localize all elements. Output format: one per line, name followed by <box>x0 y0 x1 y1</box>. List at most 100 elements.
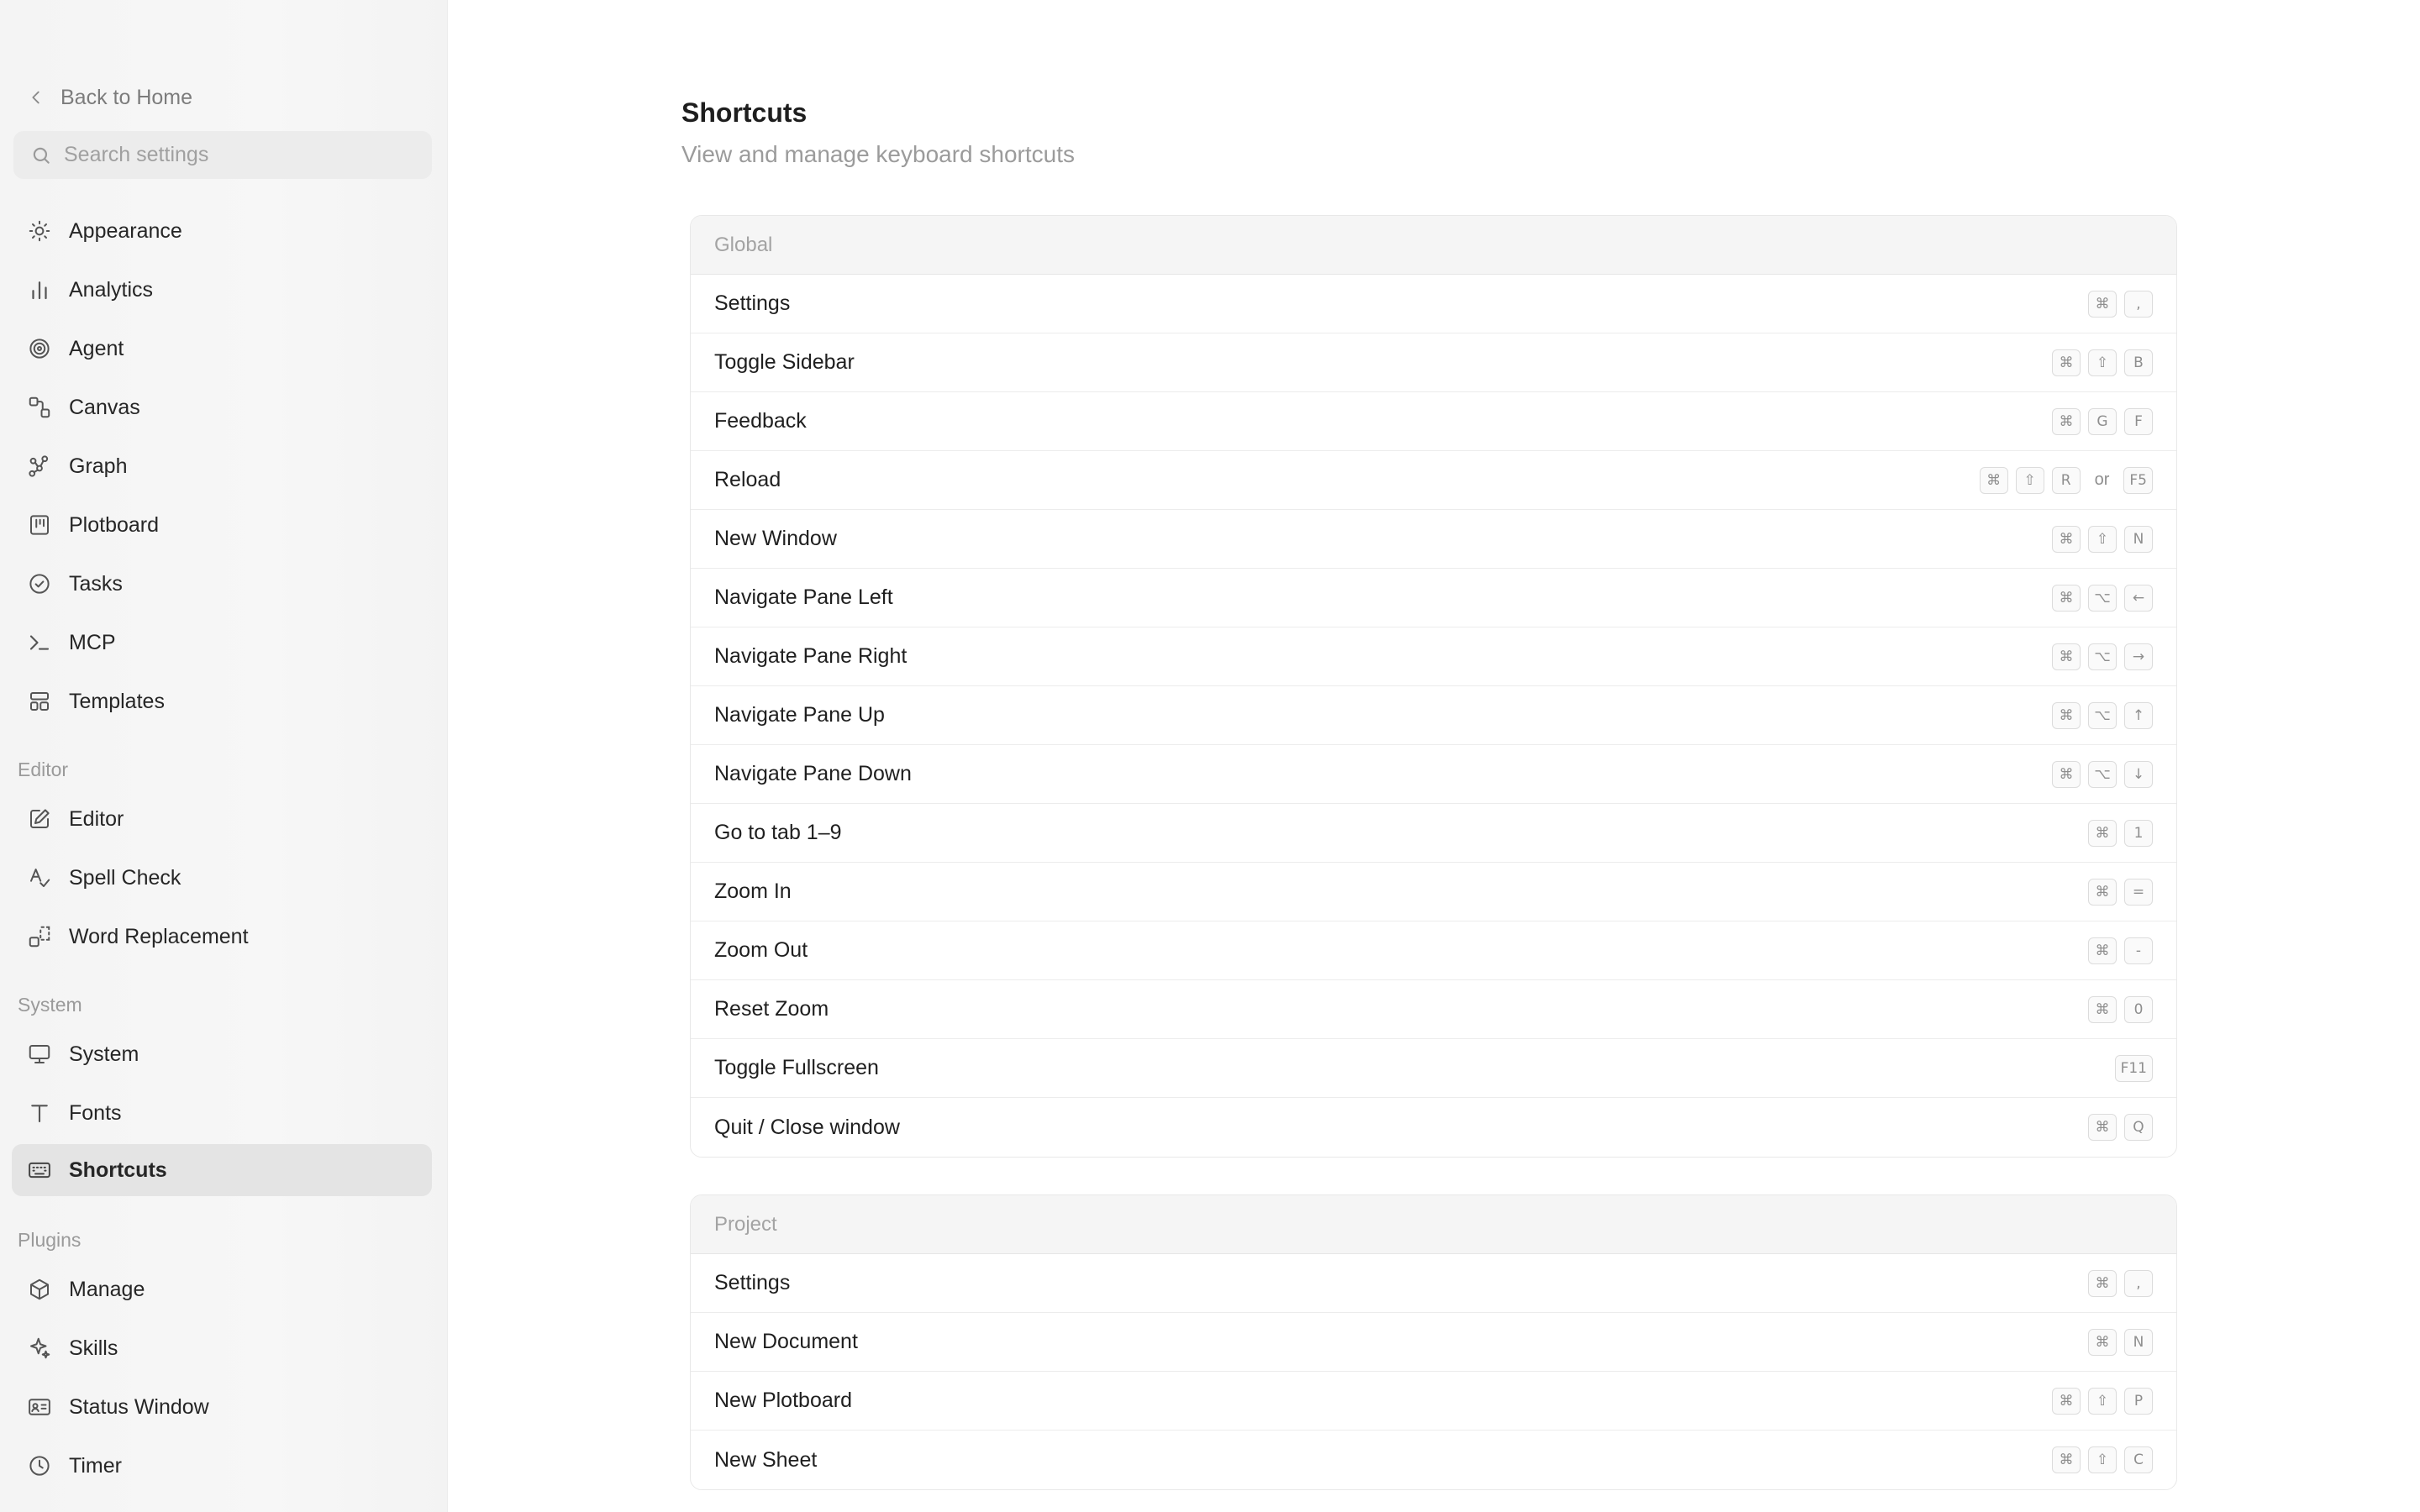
shortcut-row-new-sheet[interactable]: New Sheet ⌘ ⇧ C <box>691 1431 2176 1489</box>
shortcut-keys: ⌘ G F <box>2052 407 2153 435</box>
spell-check-icon <box>30 869 50 887</box>
sidebar-item-label: Shortcuts <box>69 1158 167 1182</box>
sidebar-item-spell-check[interactable]: Spell Check <box>12 852 432 904</box>
graph-icon <box>29 455 49 477</box>
key-cap: N <box>2124 525 2153 553</box>
plotboard-icon <box>30 515 49 535</box>
key-cap: ⌘ <box>2052 525 2081 553</box>
clock-icon <box>29 1456 50 1476</box>
sidebar-item-agent[interactable]: Agent <box>12 323 432 375</box>
sidebar-item-fonts[interactable]: Fonts <box>12 1087 432 1139</box>
shortcut-group-project: Project Settings ⌘, New Document ⌘ N New Plot… <box>690 1194 2177 1490</box>
back-to-home-label: Back to Home <box>60 85 193 109</box>
key-cap: 1 <box>2124 819 2153 847</box>
shortcut-label: Reset Zoom <box>714 997 829 1021</box>
sidebar-item-mcp[interactable]: MCP <box>12 617 432 669</box>
shortcut-row-reload[interactable]: Reload ⌘ ⇧ Ror F5 <box>691 451 2176 510</box>
sidebar-item-plotboard[interactable]: Plotboard <box>12 499 432 551</box>
shortcut-row-navigate-pane-up[interactable]: Navigate Pane Up ⌘ ⌥ ↑ <box>691 686 2176 745</box>
shortcut-group-global: Global Settings ⌘, Toggle Sidebar ⌘ ⇧ B Feedba… <box>690 215 2177 1158</box>
shortcut-row-zoom-in[interactable]: Zoom In ⌘ = <box>691 863 2176 921</box>
key-cap: G <box>2088 407 2117 435</box>
shortcut-row-feedback[interactable]: Feedback ⌘ G F <box>691 392 2176 451</box>
shortcut-keys: ⌘ ⌥ ↑ <box>2052 701 2153 729</box>
shortcut-row-zoom-out[interactable]: Zoom Out ⌘ - <box>691 921 2176 980</box>
sidebar-item-status-window[interactable]: Status Window <box>12 1381 432 1433</box>
key-cap: ⇧ <box>2015 466 2044 494</box>
shortcut-row-new-window[interactable]: New Window ⌘ ⇧ N <box>691 510 2176 569</box>
search-settings-box[interactable] <box>13 131 432 179</box>
group-header: Global <box>691 216 2176 275</box>
key-cap: ⌥ <box>2088 760 2117 788</box>
shortcut-row-settings[interactable]: Settings ⌘, <box>691 275 2176 333</box>
key-cap: ⌥ <box>2088 643 2117 670</box>
shortcut-row-new-document[interactable]: New Document ⌘ N <box>691 1313 2176 1372</box>
key-cap: F5 <box>2123 466 2153 494</box>
id-card-icon <box>29 1399 50 1415</box>
key-cap: ⇧ <box>2088 525 2117 553</box>
shortcut-row-reset-zoom[interactable]: Reset Zoom ⌘ 0 <box>691 980 2176 1039</box>
group-header: Project <box>691 1195 2176 1254</box>
shortcut-label: Go to tab 1–9 <box>714 821 842 844</box>
back-to-home-link[interactable]: Back to Home <box>27 81 192 114</box>
shortcut-label: Quit / Close window <box>714 1115 900 1139</box>
shortcut-keys: F11 <box>2114 1054 2153 1082</box>
section-label-plugins: Plugins <box>18 1229 82 1251</box>
templates-icon <box>30 692 49 711</box>
key-cap: B <box>2124 349 2153 376</box>
sidebar-item-label: System <box>69 1042 139 1066</box>
key-cap: , <box>2124 1269 2153 1297</box>
sidebar-item-appearance[interactable]: Appearance <box>12 205 432 257</box>
sidebar-item-templates[interactable]: Templates <box>12 675 432 727</box>
shortcut-keys: ⌘ N <box>2088 1328 2153 1356</box>
sidebar-item-label: Skills <box>69 1336 118 1360</box>
shortcuts-panel: Shortcuts View and manage keyboard short… <box>447 0 2420 1512</box>
search-settings-input[interactable] <box>64 143 432 167</box>
sidebar-item-editor[interactable]: Editor <box>12 793 432 845</box>
shortcut-keys: ⌘ = <box>2088 878 2153 906</box>
sidebar-item-shortcuts[interactable]: Shortcuts <box>12 1144 432 1196</box>
shortcut-keys: ⌘ ⌥ ↓ <box>2052 760 2153 788</box>
shortcut-row-navigate-pane-right[interactable]: Navigate Pane Right ⌘ ⌥ → <box>691 627 2176 686</box>
shortcut-label: Toggle Fullscreen <box>714 1056 879 1079</box>
key-cap: ↓ <box>2124 760 2153 788</box>
shortcut-keys: ⌘ ⇧ N <box>2052 525 2153 553</box>
shortcut-label: Zoom In <box>714 879 792 903</box>
shortcut-row-navigate-pane-down[interactable]: Navigate Pane Down ⌘ ⌥ ↓ <box>691 745 2176 804</box>
sidebar-item-label: Manage <box>69 1277 145 1301</box>
sidebar-item-label: Timer <box>69 1453 122 1478</box>
sidebar-item-tasks[interactable]: Tasks <box>12 558 432 610</box>
shortcut-label: Navigate Pane Down <box>714 762 912 785</box>
spiral-icon <box>29 339 50 359</box>
key-cap: - <box>2124 937 2153 964</box>
sidebar-item-system[interactable]: System <box>12 1028 432 1080</box>
shortcut-row-navigate-pane-left[interactable]: Navigate Pane Left ⌘ ⌥ ← <box>691 569 2176 627</box>
sidebar-item-word-replacement[interactable]: Word Replacement <box>12 911 432 963</box>
shortcut-row-go-to-tab-1-9[interactable]: Go to tab 1–9 ⌘ 1 <box>691 804 2176 863</box>
page-title: Shortcuts <box>681 97 808 128</box>
sidebar-item-skills[interactable]: Skills <box>12 1322 432 1374</box>
sparkles-icon <box>30 1337 50 1359</box>
sidebar-item-analytics[interactable]: Analytics <box>12 264 432 316</box>
key-cap: = <box>2124 878 2153 906</box>
sidebar-item-canvas[interactable]: Canvas <box>12 381 432 433</box>
keyboard-icon <box>29 1162 50 1179</box>
shortcut-row-quit-close-window[interactable]: Quit / Close window ⌘ Q <box>691 1098 2176 1157</box>
shortcut-row-toggle-fullscreen[interactable]: Toggle Fullscreen F11 <box>691 1039 2176 1098</box>
sidebar-item-label: Fonts <box>69 1100 122 1125</box>
sidebar-item-label: Appearance <box>69 218 182 243</box>
shortcut-keys: ⌘ ⇧ Ror F5 <box>1979 466 2153 494</box>
replace-icon <box>29 926 50 948</box>
key-cap: ⌘ <box>2052 760 2081 788</box>
key-cap: N <box>2124 1328 2153 1356</box>
sidebar-item-timer[interactable]: Timer <box>12 1440 432 1492</box>
key-cap: ⇧ <box>2088 1446 2117 1473</box>
key-cap: F <box>2124 407 2153 435</box>
sidebar-item-manage[interactable]: Manage <box>12 1263 432 1315</box>
sidebar-item-graph[interactable]: Graph <box>12 440 432 492</box>
shortcut-row-toggle-sidebar[interactable]: Toggle Sidebar ⌘ ⇧ B <box>691 333 2176 392</box>
key-cap: F11 <box>2114 1054 2153 1082</box>
key-cap: ⌘ <box>2088 290 2117 318</box>
shortcut-row-settings[interactable]: Settings ⌘, <box>691 1254 2176 1313</box>
shortcut-row-new-plotboard[interactable]: New Plotboard ⌘ ⇧ P <box>691 1372 2176 1431</box>
